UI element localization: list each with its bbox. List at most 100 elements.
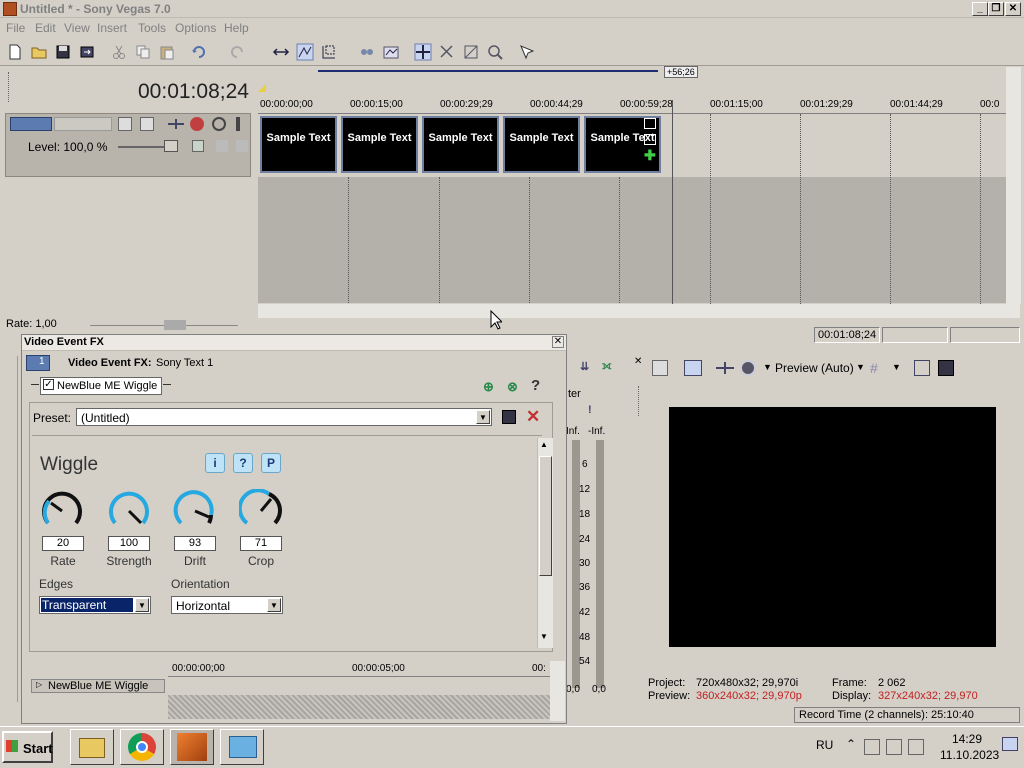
menu-edit[interactable]: Edit: [35, 21, 56, 35]
keyframe-lane[interactable]: [168, 695, 558, 719]
text-clip[interactable]: Sample Text: [422, 116, 499, 173]
text-clip[interactable]: Sample Text: [260, 116, 337, 173]
chevron-down-icon[interactable]: ▼: [135, 598, 149, 612]
task-control-panel[interactable]: [220, 729, 264, 765]
downmix-icon[interactable]: ⇊: [580, 360, 596, 374]
drift-value[interactable]: 93: [174, 536, 216, 551]
menu-help[interactable]: Help: [224, 21, 249, 35]
track-name-field[interactable]: [54, 117, 112, 131]
track-fx-icon[interactable]: [168, 119, 184, 129]
orientation-select[interactable]: Horizontal ▼: [171, 596, 283, 614]
menu-options[interactable]: Options: [175, 21, 216, 35]
help-button[interactable]: ?: [233, 453, 253, 473]
kf-track-label[interactable]: ▷ NewBlue ME Wiggle: [31, 679, 165, 693]
split-screen-icon[interactable]: [740, 360, 756, 376]
menu-insert[interactable]: Insert: [97, 21, 127, 35]
remove-plugin-icon[interactable]: ⊗: [507, 379, 518, 395]
clock-date[interactable]: 11.10.2023: [940, 748, 999, 762]
panel-grip[interactable]: [8, 72, 11, 102]
time-ruler[interactable]: 00:00:00;00 00:00:15;00 00:00:29;29 00:0…: [258, 96, 1006, 114]
whats-this-help-icon[interactable]: [518, 43, 536, 61]
level-slider-thumb[interactable]: [164, 140, 178, 152]
ignore-grouping-icon[interactable]: [462, 43, 480, 61]
delete-preset-icon[interactable]: ✕: [526, 407, 540, 427]
event-pan-crop-icon[interactable]: [644, 118, 656, 129]
timeline-horizontal-scrollbar[interactable]: [258, 304, 1020, 318]
minimize-button[interactable]: _: [972, 2, 988, 16]
expand-arrow-icon[interactable]: ▷: [36, 680, 42, 689]
plugin-help-icon[interactable]: ?: [531, 377, 540, 394]
fx-close-icon[interactable]: ✕: [552, 336, 564, 348]
playhead-cursor[interactable]: [672, 100, 673, 304]
open-icon[interactable]: [30, 43, 48, 61]
rate-value[interactable]: 20: [42, 536, 84, 551]
add-plugin-icon[interactable]: ⊕: [483, 379, 494, 395]
redo-icon[interactable]: [228, 43, 246, 61]
crop-value[interactable]: 71: [240, 536, 282, 551]
selection-tool-icon[interactable]: [320, 43, 338, 61]
strength-value[interactable]: 100: [108, 536, 150, 551]
fx-chain-item[interactable]: ✓ NewBlue ME Wiggle: [40, 377, 162, 395]
network-icon[interactable]: [886, 739, 902, 755]
snapping-icon[interactable]: [414, 43, 432, 61]
expand-track-icon[interactable]: [216, 140, 228, 152]
overlays-grid-icon[interactable]: #: [870, 360, 886, 376]
presets-button[interactable]: P: [261, 453, 281, 473]
language-indicator[interactable]: RU: [816, 738, 833, 752]
scroll-thumb[interactable]: [539, 456, 552, 576]
preview-quality-select[interactable]: Preview (Auto): [775, 361, 854, 375]
action-center-icon[interactable]: [864, 739, 880, 755]
drift-knob[interactable]: [173, 489, 217, 533]
render-icon[interactable]: [78, 43, 96, 61]
timeline-vertical-scrollbar[interactable]: [1006, 67, 1021, 304]
solo-icon[interactable]: [236, 117, 240, 131]
text-clip[interactable]: Sample Text: [341, 116, 418, 173]
meter-fx-icon[interactable]: ⟗: [602, 360, 618, 374]
save-snapshot-icon[interactable]: [938, 360, 954, 376]
menu-file[interactable]: File: [6, 21, 25, 35]
empty-timeline-area[interactable]: [258, 177, 1006, 303]
dropdown-arrow-icon[interactable]: ▼: [856, 362, 865, 372]
copy-icon[interactable]: [134, 43, 152, 61]
composite-mode-icon[interactable]: [140, 117, 154, 131]
text-clip[interactable]: Sample Text: [503, 116, 580, 173]
crop-knob[interactable]: [237, 488, 283, 533]
preview-properties-icon[interactable]: [652, 360, 668, 376]
kf-vertical-scrollbar[interactable]: [550, 661, 565, 721]
external-monitor-icon[interactable]: [684, 360, 702, 376]
fx-window-titlebar[interactable]: Video Event FX ✕: [22, 335, 566, 351]
dropdown-arrow-icon[interactable]: ▼: [763, 362, 772, 372]
menu-view[interactable]: View: [64, 21, 90, 35]
copy-snapshot-icon[interactable]: [914, 360, 930, 376]
maximize-button[interactable]: ❐: [988, 2, 1004, 16]
track-motion-icon[interactable]: [118, 117, 132, 131]
save-preset-icon[interactable]: [502, 410, 516, 424]
info-button[interactable]: i: [205, 453, 225, 473]
auto-ripple-icon[interactable]: [358, 43, 376, 61]
plugin-vertical-scrollbar[interactable]: ▲ ▼: [537, 438, 553, 648]
panel-grip[interactable]: [638, 386, 641, 416]
add-fx-icon[interactable]: ✚: [644, 148, 656, 162]
video-track-header[interactable]: Level: 100,0 %: [5, 113, 251, 177]
auto-crossfade-icon[interactable]: [438, 43, 456, 61]
normal-edit-tool-icon[interactable]: [272, 43, 290, 61]
event-fx-icon[interactable]: [192, 140, 204, 152]
show-hidden-icons[interactable]: ⌃: [846, 737, 856, 751]
menu-tools[interactable]: Tools: [138, 21, 166, 35]
edges-select[interactable]: Transparent ▼: [39, 596, 151, 614]
lock-envelopes-icon[interactable]: [382, 43, 400, 61]
task-vegas[interactable]: [170, 729, 214, 765]
show-desktop-icon[interactable]: [1002, 737, 1018, 751]
chevron-down-icon[interactable]: ▼: [476, 410, 490, 424]
event-fx-clip-icon[interactable]: [644, 134, 656, 145]
task-explorer[interactable]: [70, 729, 114, 765]
loop-region-bar[interactable]: [318, 70, 658, 72]
cut-icon[interactable]: [110, 43, 128, 61]
collapse-track-icon[interactable]: [236, 140, 248, 152]
video-fx-icon[interactable]: [716, 362, 734, 374]
chevron-down-icon[interactable]: ▼: [267, 598, 281, 612]
record-arm-icon[interactable]: [190, 117, 204, 131]
preset-select[interactable]: (Untitled) ▼: [76, 408, 492, 426]
new-icon[interactable]: [6, 43, 24, 61]
envelope-tool-icon[interactable]: [296, 43, 314, 61]
